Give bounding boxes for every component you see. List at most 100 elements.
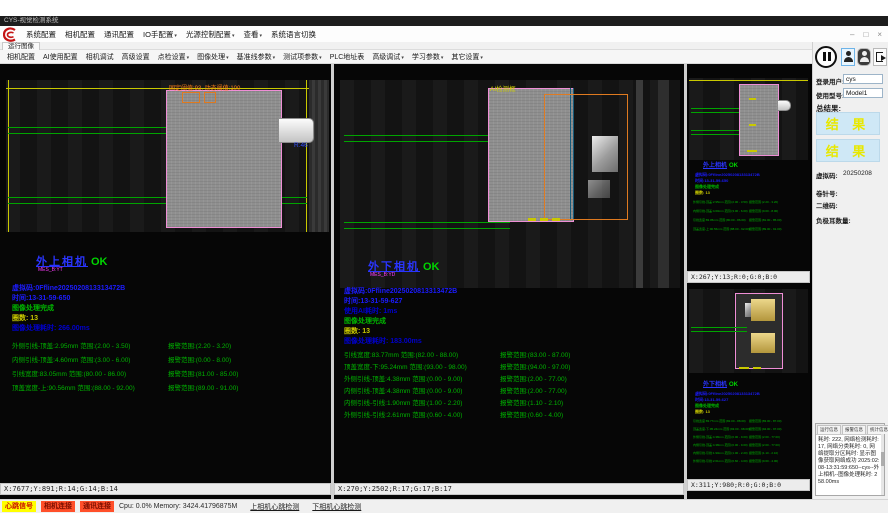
chevron-down-icon: ▾ [480,55,483,61]
camera-image-bottom[interactable]: AI检测框 [340,80,680,288]
tool-advanced-debug-label: 高级调试 [372,54,400,61]
tool-other-settings[interactable]: 其它设置▾ [451,52,483,62]
tool-advanced-debug[interactable]: 高级调试▾ [372,52,404,62]
measurement-value: 内侧引线-顶盖:4.38mm 范围:(0.00 - 9.00) [693,443,748,447]
result-badge-1: 结 果 [816,112,880,135]
log-tab-stats[interactable]: 统计信息 [867,425,888,434]
measurement-value: 外侧引线-顶盖:4.38mm 范围:(0.00 - 9.00) [344,373,462,383]
status-bar: 心跳信号 相机连接 通讯连接 Cpu: 0.0% Memory: 3424.41… [0,499,888,513]
upper-camera-heartbeat: 上相机心跳检测 [250,502,299,512]
ai-time-line: 使用AI耗时: 1ms [344,306,397,316]
measurement-alarm: 报警范围:(83.00 - 87.00) [749,419,782,423]
mes-label: MES_B:YT [38,267,63,273]
tool-image-processing[interactable]: 图像处理▾ [197,52,229,62]
detect-box [204,92,216,103]
tool-advanced-settings[interactable]: 高级设置 [122,52,150,62]
measurement-alarm: 报警范围:(89.00 - 91.00) [749,227,782,231]
admin-user-button[interactable] [857,48,871,66]
mini-image-bottom[interactable] [689,289,808,373]
pixel-coords-status: X:311;Y:980;R:0;G:0;B:0 [687,479,810,491]
connector-blob [278,118,314,143]
measurement-alarm: 报警范围:(1.10 - 2.10) [749,451,778,455]
menu-camera-config[interactable]: 相机配置 [65,29,95,40]
pixel-coords-status: X:267;Y:13;R:0;G:0;B:0 [687,271,810,283]
login-user-field[interactable]: cys [843,74,883,84]
menu-light-config[interactable]: 光源控制配置▾ [186,29,235,40]
tool-test-params[interactable]: 测试项参数▾ [283,52,322,62]
measurement-alarm: 报警范围:(81.00 - 85.00) [749,218,782,222]
guide-line [6,88,329,89]
gold-contact [751,299,775,321]
marker [747,150,757,152]
menu-light-config-label: 光源控制配置 [186,30,231,39]
measurement-alarm: 报警范围:(2.00 - 77.00) [749,435,780,439]
camera-ok-status: OK [423,261,440,273]
camera-title-text: 外上相机 [703,163,727,169]
pause-button[interactable] [815,46,837,68]
camera-ok-status: OK [91,256,108,268]
app-logo-icon [3,27,17,42]
tool-camera-debug[interactable]: 相机调试 [86,52,114,62]
measurement-value: 引线宽度:83.05mm 范围:(80.00 - 86.00) [12,368,126,378]
tool-camera-config[interactable]: 相机配置 [7,52,35,62]
maximize-icon[interactable]: □ [863,30,868,39]
tool-image-processing-label: 图像处理 [197,54,225,61]
chevron-down-icon: ▾ [319,55,322,61]
image-texture [658,80,669,288]
exit-arrow-icon [881,55,886,61]
login-user-label: 登录用户: [816,76,844,86]
tool-spot-check[interactable]: 点检设置▾ [158,52,190,62]
camera-title-text: 外下相机 [703,382,727,388]
menu-language-switch[interactable]: 系统语言切换 [271,29,316,40]
user-icon [844,57,853,62]
result-badge-2: 结 果 [816,139,880,162]
tool-learning-params-label: 学习参数 [412,54,440,61]
tool-learning-params[interactable]: 学习参数▾ [412,52,444,62]
model-field[interactable]: Model1 [843,88,883,98]
exit-button[interactable] [873,48,887,66]
measurement-alarm: 报警范围:(89.00 - 91.00) [168,382,238,392]
tab-run-image[interactable]: 运行图像 [2,42,40,50]
measurement-alarm: 报警范围:(2.20 - 3.20) [749,200,778,204]
log-tab-alarm[interactable]: 报警信息 [842,425,866,434]
close-icon[interactable]: × [877,30,882,39]
camera-title: 外上相机OK [703,160,738,169]
log-box: 运行信息 报警信息 统计信息 耗时: 222, 网络检测耗时: 17, 网络分类… [815,423,885,496]
guide-line [689,80,808,81]
cpu-memory-status: Cpu: 0.0% Memory: 3424.41796875M [119,503,237,510]
count-line: 圈数: 13 [695,409,710,415]
guide-line [306,80,307,232]
tool-plc-address[interactable]: PLC地址表 [330,52,365,62]
panel-cam-bottom: AI检测框 外下相机OK MES_B:YD 虚拟码:0Ffline2025020… [334,64,684,499]
chevron-down-icon: ▾ [232,33,235,39]
menu-view[interactable]: 查看▾ [243,29,262,40]
metal-contact [592,136,618,172]
minimize-icon[interactable]: – [850,30,854,39]
tool-baseline-params[interactable]: 基准线参数▾ [237,52,276,62]
menu-io-config[interactable]: IO手配置▾ [143,29,177,40]
metal-contact [588,180,610,198]
log-tab-run[interactable]: 运行信息 [817,425,841,434]
menu-system-config[interactable]: 系统配置 [26,29,56,40]
tab-strip: 运行图像 [0,42,812,50]
marker [749,124,756,126]
log-scroll-thumb[interactable] [881,452,884,466]
measurement-value: 外侧引线-顶盖:2.95mm 范围:(2.00 - 3.50) [693,200,748,204]
measure-line [344,228,510,229]
measurement-alarm: 报警范围:(2.00 - 77.00) [500,373,567,383]
tool-baseline-params-label: 基准线参数 [237,54,272,61]
control-sidebar: 登录用户: cys 使用型号: Model1 总结果: 结 果 结 果 虚拟码:… [812,42,888,499]
measure-line [691,331,747,332]
camera-image-top[interactable]: 固定阈值:93, 动态阈值:100 R:46 [6,80,329,232]
mes-label: MES_B:YD [370,272,395,278]
tool-ai-usage-config[interactable]: AI使用配置 [43,52,78,62]
chevron-down-icon: ▾ [273,55,276,61]
marker [749,98,756,100]
log-scrollbar[interactable] [881,434,884,495]
measurement-alarm: 报警范围:(2.20 - 3.20) [168,340,231,350]
menu-comm-config[interactable]: 通讯配置 [104,29,134,40]
user-icon [862,51,867,56]
pixel-coords-status: X:270;Y:2502;R:17;G:17;B:17 [334,483,684,495]
user-lock-button[interactable] [841,48,855,66]
mini-image-top[interactable] [689,78,808,160]
